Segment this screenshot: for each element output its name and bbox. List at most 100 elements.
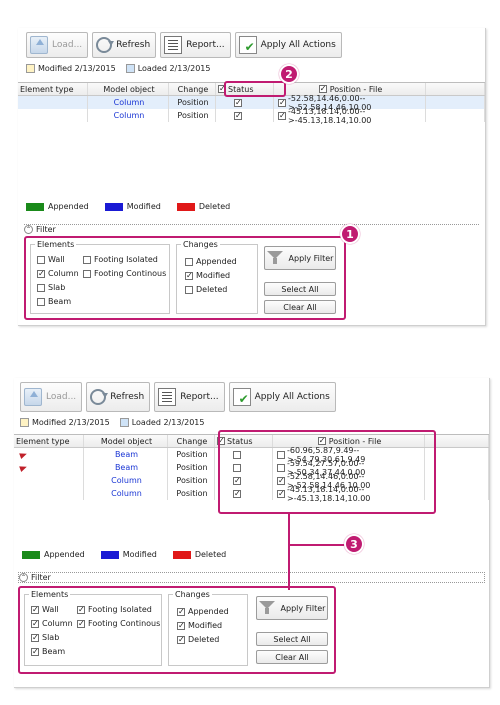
funnel-icon xyxy=(266,251,283,265)
filter-option-label: Appended xyxy=(188,607,229,616)
cell-model-object[interactable]: Beam xyxy=(84,461,168,474)
cell-status xyxy=(216,96,274,109)
filter-option-footing-isolated[interactable]: Footing Isolated xyxy=(83,255,158,264)
filter-checkbox[interactable] xyxy=(37,297,45,306)
header-change[interactable]: Change xyxy=(169,83,216,95)
legend-deleted: Deleted xyxy=(172,550,226,559)
select-all-button[interactable]: Select All xyxy=(264,282,336,296)
filter-checkbox[interactable] xyxy=(77,619,85,629)
cell-model-object[interactable]: Column xyxy=(88,96,169,109)
filter-option-modified[interactable]: Modified xyxy=(177,621,223,631)
apply-filter-button-2[interactable]: Apply Filter xyxy=(256,596,328,620)
clear-all-button-2[interactable]: Clear All xyxy=(256,650,328,664)
position-checkbox[interactable] xyxy=(278,111,286,121)
load-button-2[interactable]: Load... xyxy=(20,382,83,412)
filter-checkbox[interactable] xyxy=(83,255,91,264)
cell-element-type xyxy=(18,109,88,122)
callout-1: 1 xyxy=(340,224,360,244)
cell-model-object[interactable]: Column xyxy=(88,109,169,122)
filter-option-deleted[interactable]: Deleted xyxy=(185,285,227,294)
apply-all-actions-button-2[interactable]: Apply All Actions xyxy=(228,382,336,412)
clear-all-button[interactable]: Clear All xyxy=(264,300,336,314)
filter-expander-2[interactable]: ⌃ Filter xyxy=(18,572,485,583)
modified-date: Modified 2/13/2015 xyxy=(32,418,110,427)
header-model-object[interactable]: Model object xyxy=(88,83,169,95)
refresh-label: Refresh xyxy=(110,392,145,402)
filter-option-footing-continous[interactable]: Footing Continous xyxy=(83,269,166,278)
header-element-type[interactable]: Element type xyxy=(18,83,88,95)
filter-checkbox[interactable] xyxy=(31,605,39,615)
apply-filter-button[interactable]: Apply Filter xyxy=(264,246,336,270)
header-model-object[interactable]: Model object xyxy=(84,435,168,447)
filter-option-modified[interactable]: Modified xyxy=(185,271,230,281)
filter-checkbox[interactable] xyxy=(37,255,45,264)
filter-option-label: Appended xyxy=(196,257,237,266)
loaded-info: Loaded 2/13/2015 xyxy=(119,418,205,427)
plugin-panel-before: Load... Refresh Report... Apply All Acti… xyxy=(18,28,486,326)
filter-checkbox[interactable] xyxy=(31,619,39,629)
legend-deleted: Deleted xyxy=(176,202,230,211)
filter-option-wall[interactable]: Wall xyxy=(37,255,65,264)
filter-option-appended[interactable]: Appended xyxy=(185,257,237,266)
cell-change: Position xyxy=(168,461,215,474)
report-button[interactable]: Report... xyxy=(160,32,231,58)
load-button[interactable]: Load... xyxy=(26,32,89,58)
filter-checkbox[interactable] xyxy=(185,257,193,266)
red-flag-icon xyxy=(19,463,28,472)
filter-expander[interactable]: ⌃ Filter xyxy=(24,224,479,234)
filter-option-column[interactable]: Column xyxy=(37,269,79,279)
filter-option-column[interactable]: Column xyxy=(31,619,73,629)
filter-checkbox[interactable] xyxy=(177,635,185,645)
changes-group-title: Changes xyxy=(173,590,212,599)
position-value: -45.13,18.14,0.00-->-45.13,18.14,10.00 xyxy=(288,106,372,125)
changes-group: Changes Appended Modified Deleted xyxy=(168,590,248,666)
filter-checkbox[interactable] xyxy=(31,633,39,643)
header-change[interactable]: Change xyxy=(168,435,215,447)
filter-option-label: Footing Continous xyxy=(94,269,167,278)
filter-option-wall[interactable]: Wall xyxy=(31,605,59,615)
header-element-type[interactable]: Element type xyxy=(14,435,84,447)
cell-model-object[interactable]: Column xyxy=(84,474,168,487)
filter-highlight: Elements Wall Footing Isolated Column Footi… xyxy=(24,236,346,320)
filter-option-deleted[interactable]: Deleted xyxy=(177,635,219,645)
table-row[interactable]: ColumnPosition -45.13,18.14,0.00-->-45.13… xyxy=(18,106,485,125)
position-all-checkbox[interactable] xyxy=(318,84,327,94)
cell-element-type xyxy=(14,448,84,461)
cell-model-object[interactable]: Beam xyxy=(84,448,168,461)
filter-option-footing-continous[interactable]: Footing Continous xyxy=(77,619,160,629)
filter-checkbox[interactable] xyxy=(37,269,45,279)
filter-option-slab[interactable]: Slab xyxy=(37,283,65,292)
position-checkbox[interactable] xyxy=(278,98,286,108)
legend-modified: Modified xyxy=(104,202,161,211)
filter-option-beam[interactable]: Beam xyxy=(37,297,71,306)
modified-info: Modified 2/13/2015 xyxy=(26,64,116,73)
filter-option-label: Modified xyxy=(188,621,223,630)
refresh-button[interactable]: Refresh xyxy=(92,32,157,58)
filter-option-beam[interactable]: Beam xyxy=(31,647,65,657)
refresh-icon xyxy=(96,37,115,53)
legend-appended-label: Appended xyxy=(48,202,89,211)
filter-option-footing-isolated[interactable]: Footing Isolated xyxy=(77,605,152,615)
filter-checkbox[interactable] xyxy=(77,605,85,615)
loaded-info: Loaded 2/13/2015 xyxy=(125,64,210,73)
loaded-date: Loaded 2/13/2015 xyxy=(131,418,205,427)
filter-checkbox[interactable] xyxy=(177,607,185,617)
filter-checkbox[interactable] xyxy=(31,647,39,657)
filter-option-slab[interactable]: Slab xyxy=(31,633,59,643)
toolbar: Load... Refresh Report... Apply All Acti… xyxy=(26,32,342,58)
cell-change: Position xyxy=(168,487,215,500)
status-checkbox[interactable] xyxy=(234,98,242,108)
filter-checkbox[interactable] xyxy=(185,271,193,281)
select-all-button-2[interactable]: Select All xyxy=(256,632,328,646)
filter-option-appended[interactable]: Appended xyxy=(177,607,229,617)
report-button-2[interactable]: Report... xyxy=(154,382,225,412)
filter-checkbox[interactable] xyxy=(83,269,91,278)
filter-checkbox[interactable] xyxy=(185,285,193,294)
refresh-button-2[interactable]: Refresh xyxy=(86,382,151,412)
filter-option-label: Wall xyxy=(48,255,65,264)
status-checkbox[interactable] xyxy=(234,111,242,121)
apply-all-actions-button[interactable]: Apply All Actions xyxy=(234,32,342,58)
cell-model-object[interactable]: Column xyxy=(84,487,168,500)
filter-checkbox[interactable] xyxy=(37,283,45,292)
filter-checkbox[interactable] xyxy=(177,621,185,631)
